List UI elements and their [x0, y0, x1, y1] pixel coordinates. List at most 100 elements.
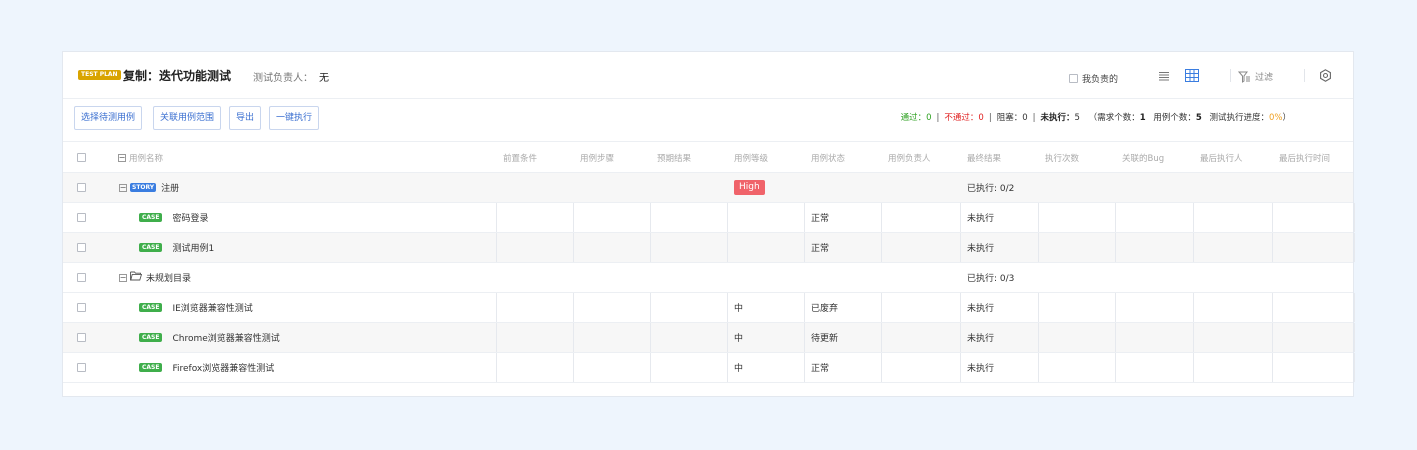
- collapse-icon[interactable]: −: [119, 273, 127, 282]
- collapse-icon[interactable]: −: [119, 183, 127, 192]
- cell-divider: [650, 353, 651, 382]
- run-all-button[interactable]: 一键执行: [269, 106, 320, 130]
- row-checkbox[interactable]: [77, 243, 86, 252]
- column-header: 用例负责人: [882, 143, 931, 172]
- case-name-cell[interactable]: CASE Chrome浏览器兼容性测试: [139, 323, 280, 352]
- case-status-text: 正常: [811, 244, 830, 254]
- cell-divider: [573, 353, 574, 382]
- mine-filter-checkbox[interactable]: 我负责的: [1069, 72, 1118, 85]
- story-badge: STORY: [130, 183, 157, 192]
- group-name-cell[interactable]: − 未规划目录: [119, 263, 191, 292]
- progress-label: 测试执行进度：: [1209, 113, 1269, 123]
- case-level-text: 中: [734, 364, 744, 374]
- cell-divider: [727, 203, 728, 232]
- action-toolbar: 选择待测用例 关联用例范围 导出 一键执行 通过：0 | 不通过：0 | 阻塞：0 | 未执…: [63, 99, 1353, 142]
- filter-label: 过滤: [1255, 73, 1274, 83]
- filter-button[interactable]: 过滤: [1238, 70, 1273, 83]
- case-name-cell[interactable]: CASE 密码登录: [139, 203, 208, 232]
- table-row[interactable]: CASE 测试用例1 正常 未执行: [63, 233, 1355, 263]
- block-count: 0: [1022, 113, 1028, 123]
- case-result: 未执行: [961, 233, 994, 262]
- settings-icon[interactable]: [1319, 69, 1332, 85]
- row-checkbox[interactable]: [77, 363, 86, 372]
- req-label: 需求个数：: [1097, 113, 1140, 123]
- grid-view-icon[interactable]: [1185, 69, 1199, 85]
- row-checkbox[interactable]: [77, 213, 86, 222]
- list-view-icon[interactable]: [1158, 71, 1170, 84]
- row-select-cell: [77, 143, 86, 172]
- row-checkbox[interactable]: [77, 273, 86, 282]
- row-checkbox[interactable]: [77, 153, 86, 162]
- case-level: 中: [728, 353, 743, 382]
- column-header: 用例等级: [728, 143, 768, 172]
- cell-divider: [573, 293, 574, 322]
- cell-divider: [573, 323, 574, 352]
- cell-divider: [1272, 233, 1273, 262]
- collapse-all-icon[interactable]: −: [118, 153, 126, 162]
- row-checkbox[interactable]: [77, 333, 86, 342]
- row-checkbox[interactable]: [77, 183, 86, 192]
- cell-divider: [804, 353, 805, 382]
- column-header: 前置条件: [497, 143, 537, 172]
- table-row[interactable]: CASE 密码登录 正常 未执行: [63, 203, 1355, 233]
- cell-divider: [1354, 203, 1355, 232]
- case-status-text: 已废弃: [811, 304, 839, 314]
- case-name: Firefox浏览器兼容性测试: [172, 364, 275, 374]
- export-button[interactable]: 导出: [229, 106, 262, 130]
- group-name-cell[interactable]: − STORY 注册: [119, 173, 179, 202]
- checkbox[interactable]: [1069, 74, 1078, 83]
- cell-divider: [1272, 203, 1273, 232]
- fail-count: 0: [978, 113, 984, 123]
- column-header: 最后执行人: [1194, 143, 1243, 172]
- case-level-text: 中: [734, 334, 744, 344]
- table-row[interactable]: CASE Firefox浏览器兼容性测试 中 正常 未执行: [63, 353, 1355, 383]
- case-status-text: 待更新: [811, 334, 839, 344]
- case-name: IE浏览器兼容性测试: [172, 304, 253, 314]
- cell-divider: [1272, 353, 1273, 382]
- test-plan-badge: TEST PLAN: [78, 70, 121, 80]
- pass-count: 0: [926, 113, 932, 123]
- cell-divider: [496, 293, 497, 322]
- group-summary: 已执行: 0/2: [961, 173, 1014, 202]
- cell-divider: [804, 233, 805, 262]
- table-row[interactable]: CASE IE浏览器兼容性测试 中 已废弃 未执行: [63, 293, 1355, 323]
- cell-divider: [1038, 323, 1039, 352]
- row-checkbox[interactable]: [77, 303, 86, 312]
- case-level: [728, 203, 734, 232]
- cell-divider: [727, 233, 728, 262]
- level-cell: High: [728, 173, 765, 202]
- cell-divider: [1115, 353, 1116, 382]
- pass-label: 通过：: [900, 113, 927, 123]
- cell-divider: [1038, 233, 1039, 262]
- case-result-text: 未执行: [967, 304, 995, 314]
- table-row[interactable]: CASE Chrome浏览器兼容性测试 中 待更新 未执行: [63, 323, 1355, 353]
- notrun-count: 5: [1074, 113, 1080, 123]
- case-name-cell[interactable]: CASE IE浏览器兼容性测试: [139, 293, 253, 322]
- row-select-cell: [77, 263, 86, 292]
- case-name-cell[interactable]: CASE Firefox浏览器兼容性测试: [139, 353, 274, 382]
- cell-divider: [496, 203, 497, 232]
- cell-divider: [573, 233, 574, 262]
- case-result: 未执行: [961, 203, 994, 232]
- case-status: 已废弃: [805, 293, 838, 322]
- column-header: 用例状态: [805, 143, 845, 172]
- case-result-text: 未执行: [967, 334, 995, 344]
- cell-divider: [1193, 203, 1194, 232]
- cell-divider: [1354, 293, 1355, 322]
- column-header: 关联的Bug: [1116, 143, 1164, 172]
- column-header-label: 用例等级: [734, 153, 769, 164]
- cell-divider: [650, 293, 651, 322]
- row-select-cell: [77, 353, 86, 382]
- select-cases-button[interactable]: 选择待测用例: [74, 106, 143, 130]
- link-case-scope-button[interactable]: 关联用例范围: [153, 106, 222, 130]
- cell-divider: [1115, 233, 1116, 262]
- column-header-label: 最终结果: [967, 153, 1002, 164]
- column-header: 最终结果: [961, 143, 1001, 172]
- case-status-text: 正常: [811, 364, 830, 374]
- column-header: 最后执行时间: [1273, 143, 1330, 172]
- cell-divider: [1115, 203, 1116, 232]
- cell-divider: [1354, 323, 1355, 352]
- cell-divider: [727, 353, 728, 382]
- cell-divider: [496, 323, 497, 352]
- case-name-cell[interactable]: CASE 测试用例1: [139, 233, 214, 262]
